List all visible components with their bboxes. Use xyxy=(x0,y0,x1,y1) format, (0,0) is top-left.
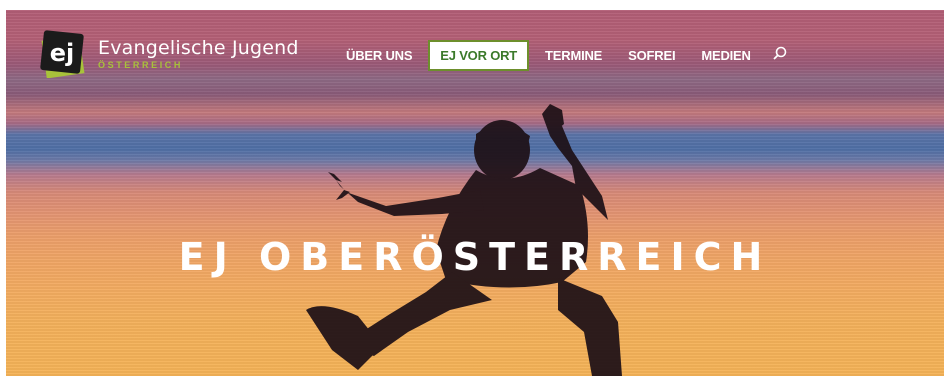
site-logo[interactable]: ej Evangelische Jugend ÖSTERREICH xyxy=(40,30,299,78)
ej-logo-icon: ej xyxy=(40,30,85,78)
brand-subtitle: ÖSTERREICH xyxy=(98,60,184,70)
hero-banner: ej Evangelische Jugend ÖSTERREICH ÜBER U… xyxy=(6,10,944,376)
nav-item-ueber-uns[interactable]: ÜBER UNS xyxy=(346,48,412,63)
search-icon[interactable] xyxy=(773,46,787,60)
nav-item-termine[interactable]: TERMINE xyxy=(545,48,602,63)
main-navigation: ÜBER UNS EJ VOR ORT TERMINE SOFREI MEDIE… xyxy=(346,40,787,71)
logo-letters: ej xyxy=(50,39,75,67)
nav-item-sofrei[interactable]: SOFREI xyxy=(628,48,675,63)
hero-title: EJ OBERÖSTERREICH xyxy=(178,235,772,280)
brand-name: Evangelische Jugend xyxy=(98,37,299,59)
nav-item-ej-vor-ort[interactable]: EJ VOR ORT xyxy=(428,40,530,71)
nav-item-medien[interactable]: MEDIEN xyxy=(701,48,751,63)
logo-text: Evangelische Jugend ÖSTERREICH xyxy=(98,37,299,70)
